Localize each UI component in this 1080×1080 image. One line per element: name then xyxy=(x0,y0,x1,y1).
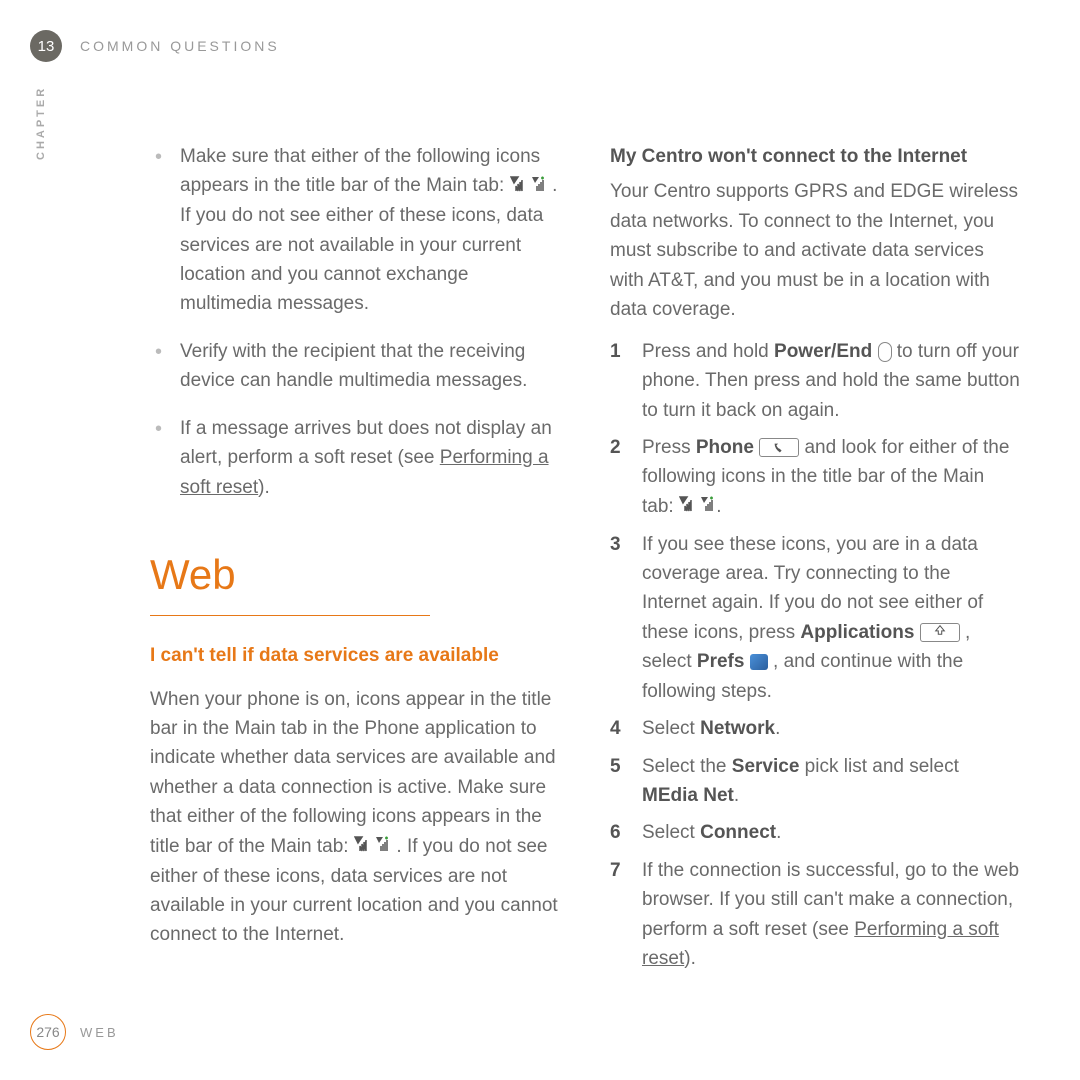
list-item: 6 Select Connect. xyxy=(610,818,1020,847)
prefs-icon xyxy=(750,654,768,670)
signal-icon xyxy=(679,492,695,521)
header-title: COMMON QUESTIONS xyxy=(80,38,280,54)
footer-label: WEB xyxy=(80,1025,119,1040)
paragraph: When your phone is on, icons appear in t… xyxy=(150,685,560,950)
numbered-list: 1 Press and hold Power/End to turn off y… xyxy=(610,337,1020,974)
signal-active-icon xyxy=(700,492,716,521)
list-item: 4 Select Network. xyxy=(610,714,1020,743)
left-column: Make sure that either of the following i… xyxy=(150,142,560,982)
section-title-web: Web xyxy=(150,542,560,607)
signal-active-icon xyxy=(375,832,391,861)
list-item: If a message arrives but does not displa… xyxy=(150,414,560,502)
page-number: 276 xyxy=(30,1014,66,1050)
list-item: 2 Press Phone and look for either of the… xyxy=(610,433,1020,522)
signal-icon xyxy=(354,832,370,861)
bullet-list: Make sure that either of the following i… xyxy=(150,142,560,502)
page-header: 13 COMMON QUESTIONS xyxy=(30,30,1020,62)
main-content: Make sure that either of the following i… xyxy=(30,122,1020,982)
list-item: 1 Press and hold Power/End to turn off y… xyxy=(610,337,1020,425)
list-item: 3 If you see these icons, you are in a d… xyxy=(610,530,1020,707)
list-item: 7 If the connection is successful, go to… xyxy=(610,856,1020,974)
list-item: 5 Select the Service pick list and selec… xyxy=(610,752,1020,811)
power-end-icon xyxy=(878,342,892,362)
phone-button-icon xyxy=(759,438,799,457)
right-heading: My Centro won't connect to the Internet xyxy=(610,142,1020,171)
chapter-number-badge: 13 xyxy=(30,30,62,62)
applications-button-icon xyxy=(920,623,960,642)
side-chapter-label: CHAPTER xyxy=(35,86,47,160)
signal-active-icon xyxy=(531,172,547,201)
section-divider xyxy=(150,615,430,616)
signal-icon xyxy=(510,172,526,201)
right-column: My Centro won't connect to the Internet … xyxy=(610,142,1020,982)
list-item: Make sure that either of the following i… xyxy=(150,142,560,319)
subheading: I can't tell if data services are availa… xyxy=(150,641,560,670)
list-item: Verify with the recipient that the recei… xyxy=(150,337,560,396)
intro-paragraph: Your Centro supports GPRS and EDGE wirel… xyxy=(610,177,1020,324)
page-footer: 276 WEB xyxy=(30,1014,119,1050)
